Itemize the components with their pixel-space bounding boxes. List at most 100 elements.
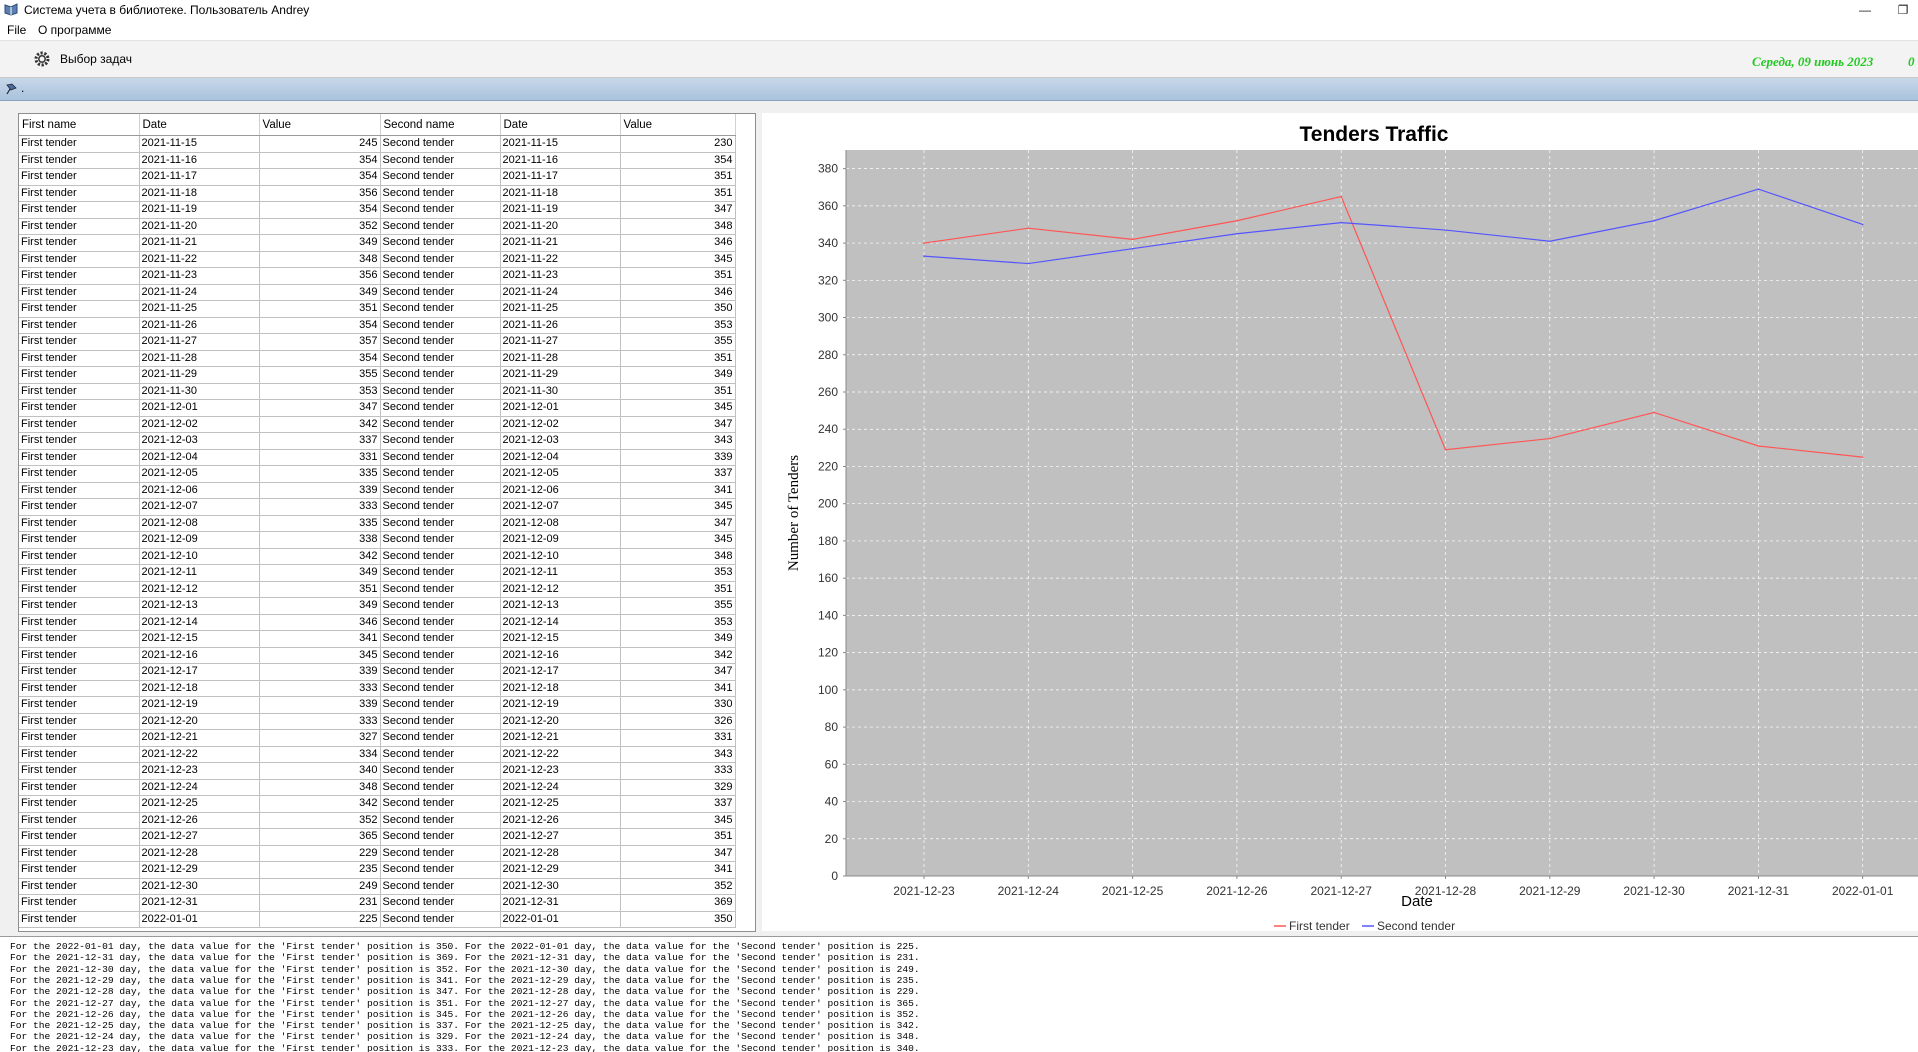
value-cell-2[interactable]: 347: [620, 416, 736, 433]
date-cell[interactable]: 2021-12-27: [139, 828, 260, 846]
date-cell[interactable]: 2021-11-23: [139, 267, 260, 285]
value-cell-2[interactable]: 326: [620, 713, 736, 730]
table-row[interactable]: First tender 2021-11-26 354 Second tender 20…: [19, 317, 736, 334]
table-row[interactable]: First tender 2021-12-22 334 Second tender 20…: [19, 746, 736, 763]
first-name-cell[interactable]: First tender: [19, 861, 140, 879]
value-cell-2[interactable]: 341: [620, 680, 736, 697]
value-cell-2[interactable]: 329: [620, 779, 736, 796]
value-cell-2[interactable]: 345: [620, 812, 736, 829]
date-cell-2[interactable]: 2021-12-22: [500, 746, 621, 763]
value-cell[interactable]: 331: [259, 449, 381, 466]
date-cell-2[interactable]: 2021-11-30: [500, 383, 621, 400]
date-cell-2[interactable]: 2021-12-21: [500, 729, 621, 747]
value-cell-2[interactable]: 347: [620, 663, 736, 681]
first-name-cell[interactable]: First tender: [19, 515, 140, 532]
date-cell[interactable]: 2021-12-23: [139, 762, 260, 780]
table-row[interactable]: First tender 2021-11-25 351 Second tender 20…: [19, 300, 736, 318]
date-cell[interactable]: 2021-11-18: [139, 185, 260, 202]
date-cell[interactable]: 2021-12-18: [139, 680, 260, 697]
value-cell-2[interactable]: 346: [620, 284, 736, 301]
date-cell-2[interactable]: 2021-12-29: [500, 861, 621, 879]
second-name-cell[interactable]: Second tender: [380, 680, 501, 697]
first-name-cell[interactable]: First tender: [19, 630, 140, 648]
second-name-cell[interactable]: Second tender: [380, 795, 501, 813]
value-cell-2[interactable]: 330: [620, 696, 736, 714]
value-cell[interactable]: 349: [259, 564, 381, 582]
first-name-cell[interactable]: First tender: [19, 795, 140, 813]
table-scrollbar[interactable]: ▲ ▼: [755, 136, 756, 930]
table-row[interactable]: First tender 2021-12-06 339 Second tender 20…: [19, 482, 736, 499]
date-cell[interactable]: 2021-11-21: [139, 234, 260, 252]
value-cell-2[interactable]: 331: [620, 729, 736, 747]
table-row[interactable]: First tender 2021-11-22 348 Second tender 20…: [19, 251, 736, 268]
value-cell-2[interactable]: 369: [620, 894, 736, 912]
value-cell[interactable]: 235: [259, 861, 381, 879]
second-name-cell[interactable]: Second tender: [380, 713, 501, 730]
date-cell[interactable]: 2021-11-26: [139, 317, 260, 334]
value-cell-2[interactable]: 342: [620, 647, 736, 664]
second-name-cell[interactable]: Second tender: [380, 630, 501, 648]
date-cell[interactable]: 2021-12-31: [139, 894, 260, 912]
date-cell-2[interactable]: 2021-12-03: [500, 432, 621, 450]
date-cell-2[interactable]: 2021-12-18: [500, 680, 621, 697]
first-name-cell[interactable]: First tender: [19, 465, 140, 483]
date-cell-2[interactable]: 2021-11-29: [500, 366, 621, 384]
value-cell-2[interactable]: 353: [620, 614, 736, 631]
date-cell-2[interactable]: 2021-12-11: [500, 564, 621, 582]
first-name-cell[interactable]: First tender: [19, 614, 140, 631]
value-cell[interactable]: 353: [259, 383, 381, 400]
date-cell[interactable]: 2021-11-15: [139, 135, 260, 153]
table-row[interactable]: First tender 2021-12-24 348 Second tender 20…: [19, 779, 736, 796]
second-name-cell[interactable]: Second tender: [380, 548, 501, 565]
date-cell-2[interactable]: 2021-12-24: [500, 779, 621, 796]
table-row[interactable]: First tender 2021-12-01 347 Second tender 20…: [19, 399, 736, 417]
value-cell-2[interactable]: 351: [620, 350, 736, 367]
value-cell[interactable]: 327: [259, 729, 381, 747]
value-cell[interactable]: 349: [259, 234, 381, 252]
value-cell[interactable]: 355: [259, 366, 381, 384]
table-row[interactable]: First tender 2021-11-23 356 Second tender 20…: [19, 267, 736, 285]
value-cell[interactable]: 356: [259, 185, 381, 202]
date-cell[interactable]: 2021-12-14: [139, 614, 260, 631]
date-cell-2[interactable]: 2021-12-30: [500, 878, 621, 895]
value-cell-2[interactable]: 351: [620, 267, 736, 285]
first-name-cell[interactable]: First tender: [19, 399, 140, 417]
value-cell-2[interactable]: 350: [620, 300, 736, 318]
table-row[interactable]: First tender 2021-11-24 349 Second tender 20…: [19, 284, 736, 301]
first-name-cell[interactable]: First tender: [19, 911, 140, 928]
date-cell[interactable]: 2021-12-11: [139, 564, 260, 582]
second-name-cell[interactable]: Second tender: [380, 647, 501, 664]
date-cell-2[interactable]: 2021-12-15: [500, 630, 621, 648]
value-cell[interactable]: 225: [259, 911, 381, 928]
value-cell[interactable]: 341: [259, 630, 381, 648]
value-cell-2[interactable]: 345: [620, 531, 736, 549]
value-cell[interactable]: 347: [259, 399, 381, 417]
table-row[interactable]: First tender 2021-12-27 365 Second tender 20…: [19, 828, 736, 846]
value-cell-2[interactable]: 347: [620, 201, 736, 219]
second-name-cell[interactable]: Second tender: [380, 911, 501, 928]
date-cell[interactable]: 2021-11-16: [139, 152, 260, 169]
second-name-cell[interactable]: Second tender: [380, 152, 501, 169]
table-row[interactable]: First tender 2021-12-18 333 Second tender 20…: [19, 680, 736, 697]
date-cell[interactable]: 2021-11-24: [139, 284, 260, 301]
date-cell-2[interactable]: 2021-11-16: [500, 152, 621, 169]
table-row[interactable]: First tender 2021-12-11 349 Second tender 20…: [19, 564, 736, 582]
date-cell-2[interactable]: 2021-12-06: [500, 482, 621, 499]
table-row[interactable]: First tender 2021-12-19 339 Second tender 20…: [19, 696, 736, 714]
value-cell-2[interactable]: 343: [620, 746, 736, 763]
date-cell-2[interactable]: 2021-12-02: [500, 416, 621, 433]
table-row[interactable]: First tender 2021-12-30 249 Second tender 20…: [19, 878, 736, 895]
date-cell[interactable]: 2021-11-20: [139, 218, 260, 235]
value-cell[interactable]: 345: [259, 647, 381, 664]
first-name-cell[interactable]: First tender: [19, 894, 140, 912]
second-name-cell[interactable]: Second tender: [380, 597, 501, 615]
first-name-cell[interactable]: First tender: [19, 350, 140, 367]
date-cell-2[interactable]: 2021-11-22: [500, 251, 621, 268]
second-name-cell[interactable]: Second tender: [380, 300, 501, 318]
first-name-cell[interactable]: First tender: [19, 449, 140, 466]
date-cell-2[interactable]: 2021-12-17: [500, 663, 621, 681]
second-name-cell[interactable]: Second tender: [380, 861, 501, 879]
date-cell-2[interactable]: 2021-12-08: [500, 515, 621, 532]
date-cell-2[interactable]: 2021-11-15: [500, 135, 621, 153]
date-cell-2[interactable]: 2021-12-12: [500, 581, 621, 598]
